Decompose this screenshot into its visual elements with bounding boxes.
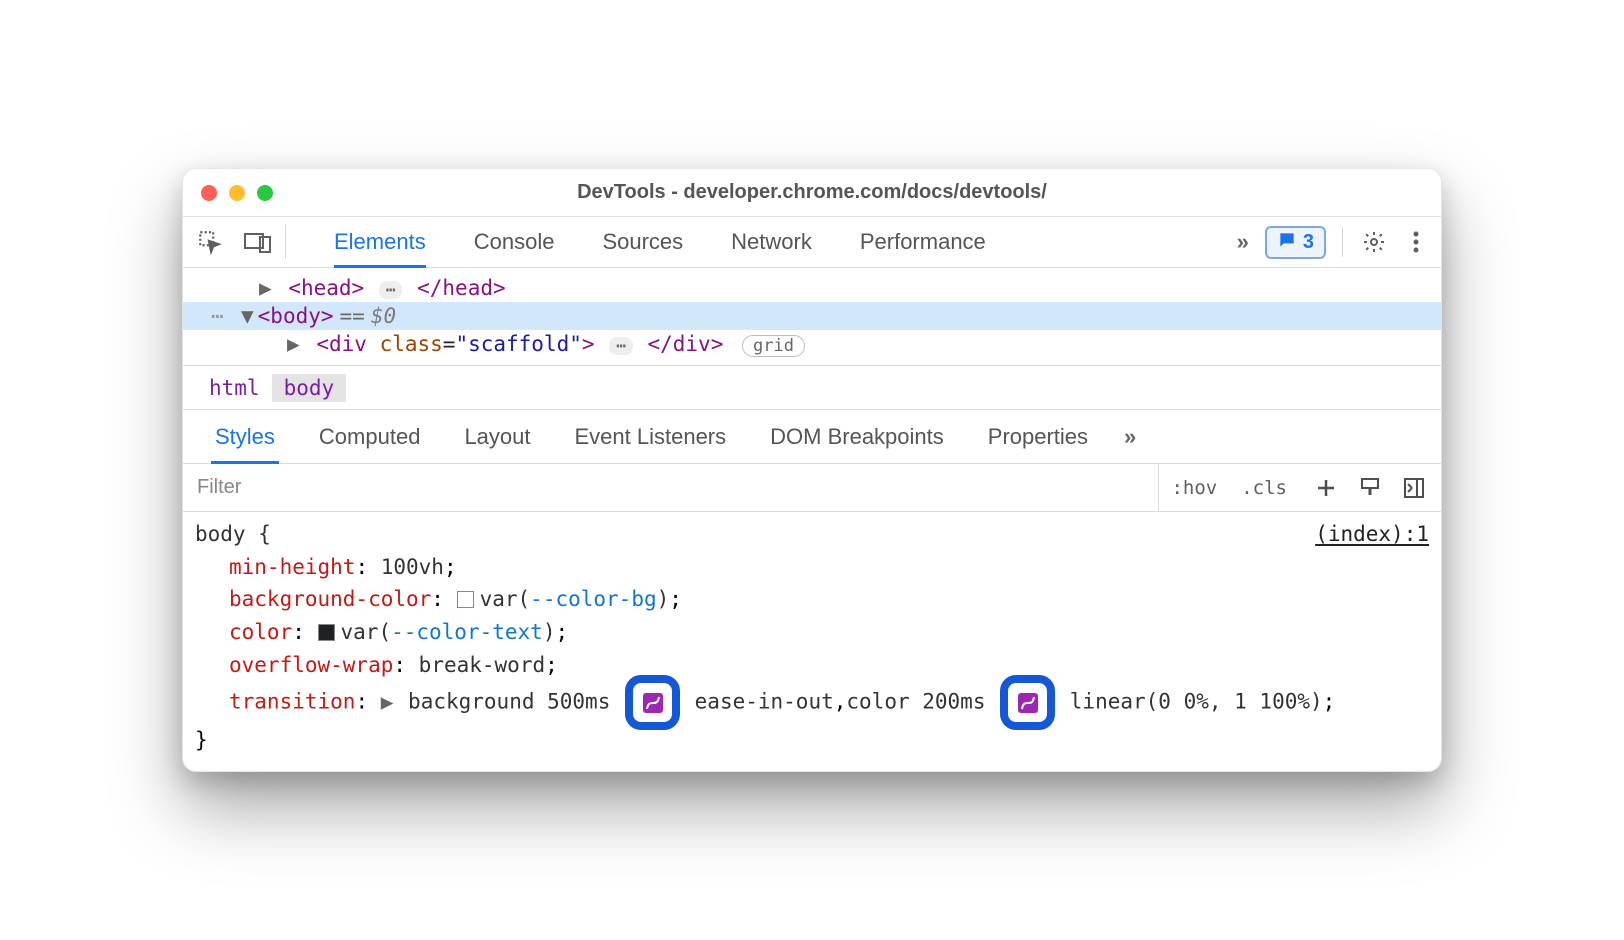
divider xyxy=(1342,227,1343,257)
traffic-lights xyxy=(201,185,273,201)
computed-sidebar-icon[interactable] xyxy=(1399,473,1429,503)
bezier-editor-highlight xyxy=(625,675,680,730)
subtab-dom-breakpoints[interactable]: DOM Breakpoints xyxy=(748,410,966,464)
devtools-window: DevTools - developer.chrome.com/docs/dev… xyxy=(182,168,1442,771)
tab-performance[interactable]: Performance xyxy=(836,217,1010,268)
subtab-computed[interactable]: Computed xyxy=(297,410,443,464)
main-toolbar: Elements Console Sources Network Perform… xyxy=(183,217,1441,268)
collapse-triangle-icon[interactable]: ▼ xyxy=(241,304,254,328)
inspect-element-icon[interactable] xyxy=(195,227,225,257)
rule-selector[interactable]: body { xyxy=(195,518,271,551)
dom-head-row[interactable]: ▶ <head> ⋯ </head> xyxy=(183,274,1441,302)
settings-icon[interactable] xyxy=(1359,227,1389,257)
crumb-body[interactable]: body xyxy=(272,374,347,402)
toolbar-right: » 3 xyxy=(1233,226,1431,259)
source-link[interactable]: (index):1 xyxy=(1315,518,1429,551)
window-title: DevTools - developer.chrome.com/docs/dev… xyxy=(183,181,1441,204)
tab-elements[interactable]: Elements xyxy=(310,217,450,268)
subtab-event-listeners[interactable]: Event Listeners xyxy=(553,410,749,464)
tab-console[interactable]: Console xyxy=(450,217,579,268)
rule-closing-brace: } xyxy=(195,724,1429,757)
breadcrumbs: html body xyxy=(183,366,1441,410)
ellipsis-icon[interactable]: ⋯ xyxy=(379,281,403,299)
filter-icon-group xyxy=(1299,473,1441,503)
color-swatch-icon[interactable] xyxy=(457,591,474,608)
cls-button[interactable]: .cls xyxy=(1229,477,1299,499)
styles-filter-bar: :hov .cls xyxy=(183,464,1441,512)
issues-badge[interactable]: 3 xyxy=(1265,226,1326,259)
head-close-tag: </head> xyxy=(417,276,506,300)
subtab-layout[interactable]: Layout xyxy=(442,410,552,464)
crumb-html[interactable]: html xyxy=(197,374,272,402)
bezier-curve-icon[interactable] xyxy=(643,693,663,713)
body-tag: <body> xyxy=(258,304,334,328)
more-options-icon[interactable] xyxy=(1401,227,1431,257)
new-style-rule-icon[interactable] xyxy=(1311,473,1341,503)
decl-min-height[interactable]: min-height: 100vh; xyxy=(195,551,1429,584)
hov-button[interactable]: :hov xyxy=(1159,477,1229,499)
minimize-window-button[interactable] xyxy=(229,185,245,201)
head-open-tag: <head> xyxy=(288,276,364,300)
panel-tabs: Elements Console Sources Network Perform… xyxy=(286,217,1010,268)
tab-network[interactable]: Network xyxy=(707,217,836,268)
bezier-curve-icon[interactable] xyxy=(1018,693,1038,713)
equals-text: == xyxy=(334,304,371,328)
title-bar: DevTools - developer.chrome.com/docs/dev… xyxy=(183,169,1441,217)
color-swatch-icon[interactable] xyxy=(318,624,335,641)
more-tabs-button[interactable]: » xyxy=(1233,229,1253,255)
close-window-button[interactable] xyxy=(201,185,217,201)
decl-background-color[interactable]: background-color: var(--color-bg); xyxy=(195,583,1429,616)
ellipsis-icon[interactable]: ⋯ xyxy=(609,337,633,355)
toolbar-left xyxy=(193,225,286,259)
expand-triangle-icon[interactable]: ▶ xyxy=(287,332,300,356)
dollar-zero-text: $0 xyxy=(371,304,396,328)
chat-icon xyxy=(1277,230,1297,255)
grid-badge[interactable]: grid xyxy=(742,335,805,357)
filter-input[interactable] xyxy=(183,464,1159,511)
paint-brush-icon[interactable] xyxy=(1355,473,1385,503)
styles-pane[interactable]: body { (index):1 min-height: 100vh; back… xyxy=(183,512,1441,770)
expand-triangle-icon[interactable]: ▶ xyxy=(381,690,394,714)
decl-transition[interactable]: transition: ▶ background 500ms ease-in-o… xyxy=(195,681,1429,724)
subtab-properties[interactable]: Properties xyxy=(966,410,1110,464)
styles-subtabs: Styles Computed Layout Event Listeners D… xyxy=(183,410,1441,464)
tab-sources[interactable]: Sources xyxy=(578,217,707,268)
dom-div-row[interactable]: ▶ <div class="scaffold"> ⋯ </div> grid xyxy=(183,330,1441,359)
gutter-dots-icon: ⋯ xyxy=(211,304,237,328)
dom-tree[interactable]: ▶ <head> ⋯ </head> ⋯ ▼ <body> == $0 ▶ <d… xyxy=(183,268,1441,366)
subtab-styles[interactable]: Styles xyxy=(193,410,297,464)
device-toolbar-icon[interactable] xyxy=(243,227,273,257)
decl-overflow-wrap[interactable]: overflow-wrap: break-word; xyxy=(195,649,1429,682)
bezier-editor-highlight xyxy=(1000,675,1055,730)
more-subtabs-button[interactable]: » xyxy=(1120,424,1140,450)
dom-body-row[interactable]: ⋯ ▼ <body> == $0 xyxy=(183,302,1441,330)
decl-color[interactable]: color: var(--color-text); xyxy=(195,616,1429,649)
expand-triangle-icon[interactable]: ▶ xyxy=(259,276,272,300)
zoom-window-button[interactable] xyxy=(257,185,273,201)
issues-count: 3 xyxy=(1303,231,1314,254)
